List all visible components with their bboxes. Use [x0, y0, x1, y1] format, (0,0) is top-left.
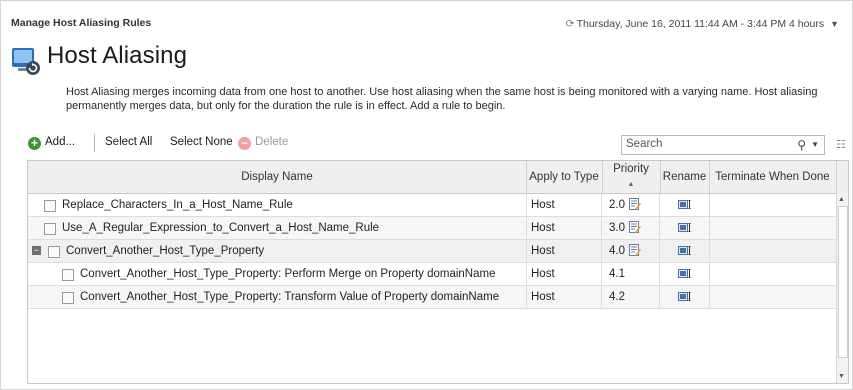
host-aliasing-icon [12, 48, 40, 75]
delete-button[interactable]: − Delete [238, 136, 288, 150]
table-row[interactable]: Replace_Characters_In_a_Host_Name_Rule H… [28, 194, 837, 217]
rename-icon[interactable] [677, 269, 692, 278]
rule-name: Convert_Another_Host_Type_Property [66, 245, 265, 257]
search-options-chevron-icon[interactable]: ▼ [811, 140, 819, 149]
rename-icon[interactable] [677, 223, 692, 232]
table-header: Display Name Apply to Type Priority ▲ Ren… [28, 161, 848, 194]
rule-priority: 4.1 [602, 263, 660, 285]
rule-priority: 4.0 [609, 245, 625, 257]
time-range-selector[interactable]: ⟳ Thursday, June 16, 2011 11:44 AM - 3:44… [566, 18, 839, 30]
rules-table: Display Name Apply to Type Priority ▲ Ren… [27, 160, 849, 384]
row-checkbox[interactable] [44, 223, 56, 235]
column-header-rename[interactable]: Rename [660, 161, 710, 193]
time-range-text: Thursday, June 16, 2011 11:44 AM - 3:44 … [576, 18, 825, 30]
select-none-button[interactable]: Select None [170, 136, 233, 148]
row-checkbox[interactable] [48, 246, 60, 258]
table-row[interactable]: − Convert_Another_Host_Type_Property Hos… [28, 240, 837, 263]
table-row[interactable]: Convert_Another_Host_Type_Property: Perf… [28, 263, 837, 286]
add-label: Add... [45, 136, 76, 148]
row-checkbox[interactable] [62, 269, 74, 281]
column-header-terminate[interactable]: Terminate When Done [709, 161, 837, 193]
delete-label: Delete [255, 136, 289, 148]
rename-icon[interactable] [677, 246, 692, 255]
row-checkbox[interactable] [44, 200, 56, 212]
rule-type: Host [526, 286, 602, 308]
clock-icon: ⟳ [565, 18, 575, 30]
edit-priority-icon[interactable] [629, 221, 641, 233]
scroll-down-icon[interactable]: ▼ [838, 373, 845, 380]
add-button[interactable]: + Add... [28, 136, 75, 150]
terminate-cell[interactable] [709, 240, 837, 262]
terminate-cell[interactable] [709, 263, 837, 285]
rule-type: Host [526, 194, 602, 216]
rule-priority: 3.0 [609, 222, 625, 234]
delete-icon: − [238, 137, 251, 150]
add-icon: + [28, 137, 41, 150]
vertical-scrollbar[interactable]: ▲ ▼ [836, 193, 848, 383]
section-title: Manage Host Aliasing Rules [11, 17, 152, 29]
table-row[interactable]: Convert_Another_Host_Type_Property: Tran… [28, 286, 837, 309]
page-title: Host Aliasing [47, 42, 188, 69]
column-chooser-icon[interactable]: ☷ [836, 138, 846, 151]
chevron-down-icon: ▼ [830, 19, 839, 29]
scrollbar-thumb[interactable] [838, 206, 848, 358]
row-checkbox[interactable] [62, 292, 74, 304]
search-input[interactable]: Search ⚲ ▼ [621, 135, 825, 155]
select-all-button[interactable]: Select All [105, 136, 152, 148]
page-description: Host Aliasing merges incoming data from … [66, 86, 818, 112]
rule-name: Use_A_Regular_Expression_to_Convert_a_Ho… [62, 222, 380, 234]
edit-priority-icon[interactable] [629, 244, 641, 256]
collapse-icon[interactable]: − [32, 246, 41, 255]
rule-type: Host [526, 217, 602, 239]
terminate-cell[interactable] [709, 217, 837, 239]
rule-type: Host [526, 240, 602, 262]
scroll-up-icon[interactable]: ▲ [838, 196, 845, 203]
column-header-apply-to-type[interactable]: Apply to Type [526, 161, 603, 193]
edit-priority-icon[interactable] [629, 198, 641, 210]
rule-type: Host [526, 263, 602, 285]
toolbar-divider [94, 134, 95, 152]
rule-priority: 4.2 [602, 286, 660, 308]
column-header-priority[interactable]: Priority ▲ [602, 161, 661, 193]
rename-icon[interactable] [677, 200, 692, 209]
rule-priority: 2.0 [609, 199, 625, 211]
terminate-cell[interactable] [709, 286, 837, 308]
terminate-cell[interactable] [709, 194, 837, 216]
table-row[interactable]: Use_A_Regular_Expression_to_Convert_a_Ho… [28, 217, 837, 240]
rule-name: Convert_Another_Host_Type_Property: Perf… [80, 268, 496, 280]
column-header-display-name[interactable]: Display Name [28, 161, 527, 193]
sort-ascending-icon: ▲ [627, 181, 635, 188]
search-icon[interactable]: ⚲ [797, 138, 806, 152]
rename-icon[interactable] [677, 292, 692, 301]
rule-name: Replace_Characters_In_a_Host_Name_Rule [62, 199, 293, 211]
rule-name: Convert_Another_Host_Type_Property: Tran… [80, 291, 500, 303]
search-placeholder: Search [626, 138, 663, 150]
